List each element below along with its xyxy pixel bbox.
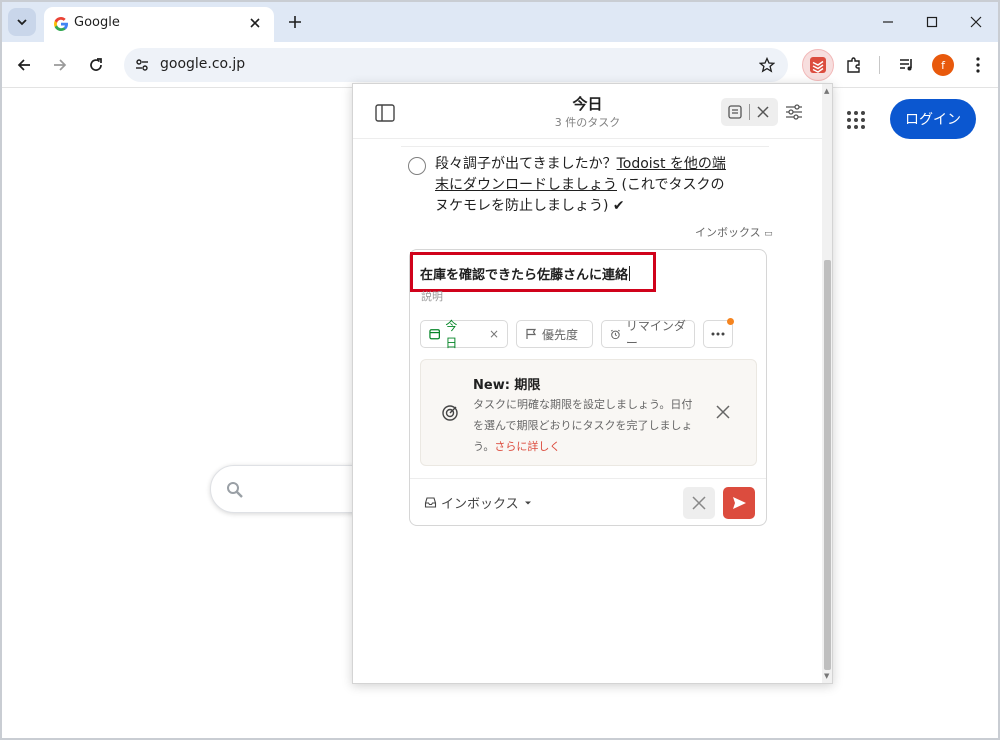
reload-icon (90, 58, 102, 71)
arrow-left-icon (17, 59, 30, 71)
maximize-icon (926, 16, 938, 28)
target-icon (442, 405, 458, 421)
task-complete-checkbox[interactable] (408, 157, 426, 175)
tab-close-button[interactable] (244, 12, 266, 34)
google-g-icon (54, 17, 68, 31)
google-apps-icon[interactable] (847, 111, 865, 129)
task-editor: 在庫を確認できたら佐藤さんに連絡 説明 今日 × 優先度 リマインダー New:… (409, 249, 767, 526)
priority-chip[interactable]: 優先度 (516, 320, 593, 348)
notification-dot (727, 318, 734, 325)
more-horiz-icon (711, 332, 725, 336)
tab-search-button[interactable] (8, 8, 36, 36)
promo-body: タスクに明確な期限を設定しましょう。日付を選んで期限どおりにタスクを完了しましょ… (473, 398, 693, 453)
project-select[interactable]: インボックス (424, 493, 533, 512)
browser-toolbar: google.co.jp f (2, 42, 998, 88)
learn-more-link[interactable]: さらに詳しく (494, 440, 560, 453)
star-icon (759, 57, 775, 73)
minimize-button[interactable] (868, 8, 908, 36)
extensions-button[interactable] (840, 51, 868, 79)
task-row[interactable]: 段々調子が出てきましたか？Todoist を他の端末にダウンロードしましょう (… (401, 154, 771, 224)
maximize-button[interactable] (912, 8, 952, 36)
new-tab-button[interactable] (282, 9, 308, 35)
cancel-button[interactable] (683, 487, 715, 519)
site-info-icon[interactable] (132, 55, 152, 75)
window-close-button[interactable] (956, 8, 996, 36)
address-bar[interactable]: google.co.jp (124, 48, 788, 82)
chevron-down-icon (17, 19, 27, 26)
flag-icon (526, 328, 537, 339)
tab-strip: Google (2, 2, 998, 42)
description-placeholder[interactable]: 説明 (421, 288, 443, 304)
send-icon (733, 497, 746, 509)
popup-header: 今日 3 件のタスク (353, 84, 822, 139)
promo-title: New: 期限 (473, 378, 541, 393)
browser-window: Google google.co.jp f ログイン 今日 3 件のタスク ▲ … (0, 0, 1000, 740)
header-actions (721, 98, 778, 126)
remove-due-date-icon[interactable]: × (489, 327, 499, 341)
bookmark-star-button[interactable] (756, 54, 778, 76)
chrome-menu-button[interactable] (964, 51, 992, 79)
media-control-button[interactable] (893, 51, 921, 79)
close-icon (970, 16, 982, 28)
calendar-icon (429, 329, 440, 340)
puzzle-icon (847, 57, 860, 73)
inbox-icon (424, 497, 437, 508)
url-text: google.co.jp (160, 56, 246, 72)
arrow-right-icon (54, 59, 67, 71)
settings-sliders-icon[interactable] (785, 103, 803, 121)
todoist-extension-button[interactable] (802, 49, 834, 81)
toolbar-separator (879, 56, 880, 74)
close-icon[interactable] (713, 402, 733, 422)
reload-button[interactable] (82, 51, 110, 79)
search-icon (227, 482, 243, 498)
reminder-chip[interactable]: リマインダー (601, 319, 695, 350)
scrollbar-thumb[interactable] (824, 260, 831, 670)
profile-avatar[interactable]: f (932, 54, 954, 76)
todoist-logo-icon (810, 57, 826, 73)
more-vert-icon (976, 57, 980, 73)
forward-button[interactable] (46, 51, 74, 79)
caret-down-icon (524, 501, 531, 504)
login-button[interactable]: ログイン (890, 99, 976, 139)
alarm-clock-icon (610, 329, 620, 339)
media-queue-icon (900, 59, 912, 71)
todoist-popup: 今日 3 件のタスク ▲ ▼ 段々調子が出てきましたか？Todoist を他の端… (352, 83, 833, 684)
task-content: 段々調子が出てきましたか？Todoist を他の端末にダウンロードしましょう (… (435, 156, 726, 214)
back-button[interactable] (10, 51, 38, 79)
close-icon[interactable] (755, 104, 771, 120)
highlight-annotation (410, 252, 656, 292)
close-icon (250, 18, 260, 28)
add-task-button[interactable] (723, 487, 755, 519)
close-icon (692, 496, 706, 510)
minimize-icon (883, 21, 893, 23)
plus-icon (289, 16, 301, 28)
task-project-label: インボックス ▭ (695, 226, 773, 239)
tab-google[interactable]: Google (44, 7, 274, 42)
open-in-app-icon[interactable] (727, 104, 743, 120)
due-date-chip[interactable]: 今日 × (420, 319, 508, 350)
popup-scrollbar[interactable]: ▲ ▼ (822, 84, 832, 683)
tab-title: Google (74, 15, 120, 30)
deadline-promo-card: New: 期限 タスクに明確な期限を設定しましょう。日付を選んで期限どおりにタス… (420, 359, 757, 466)
